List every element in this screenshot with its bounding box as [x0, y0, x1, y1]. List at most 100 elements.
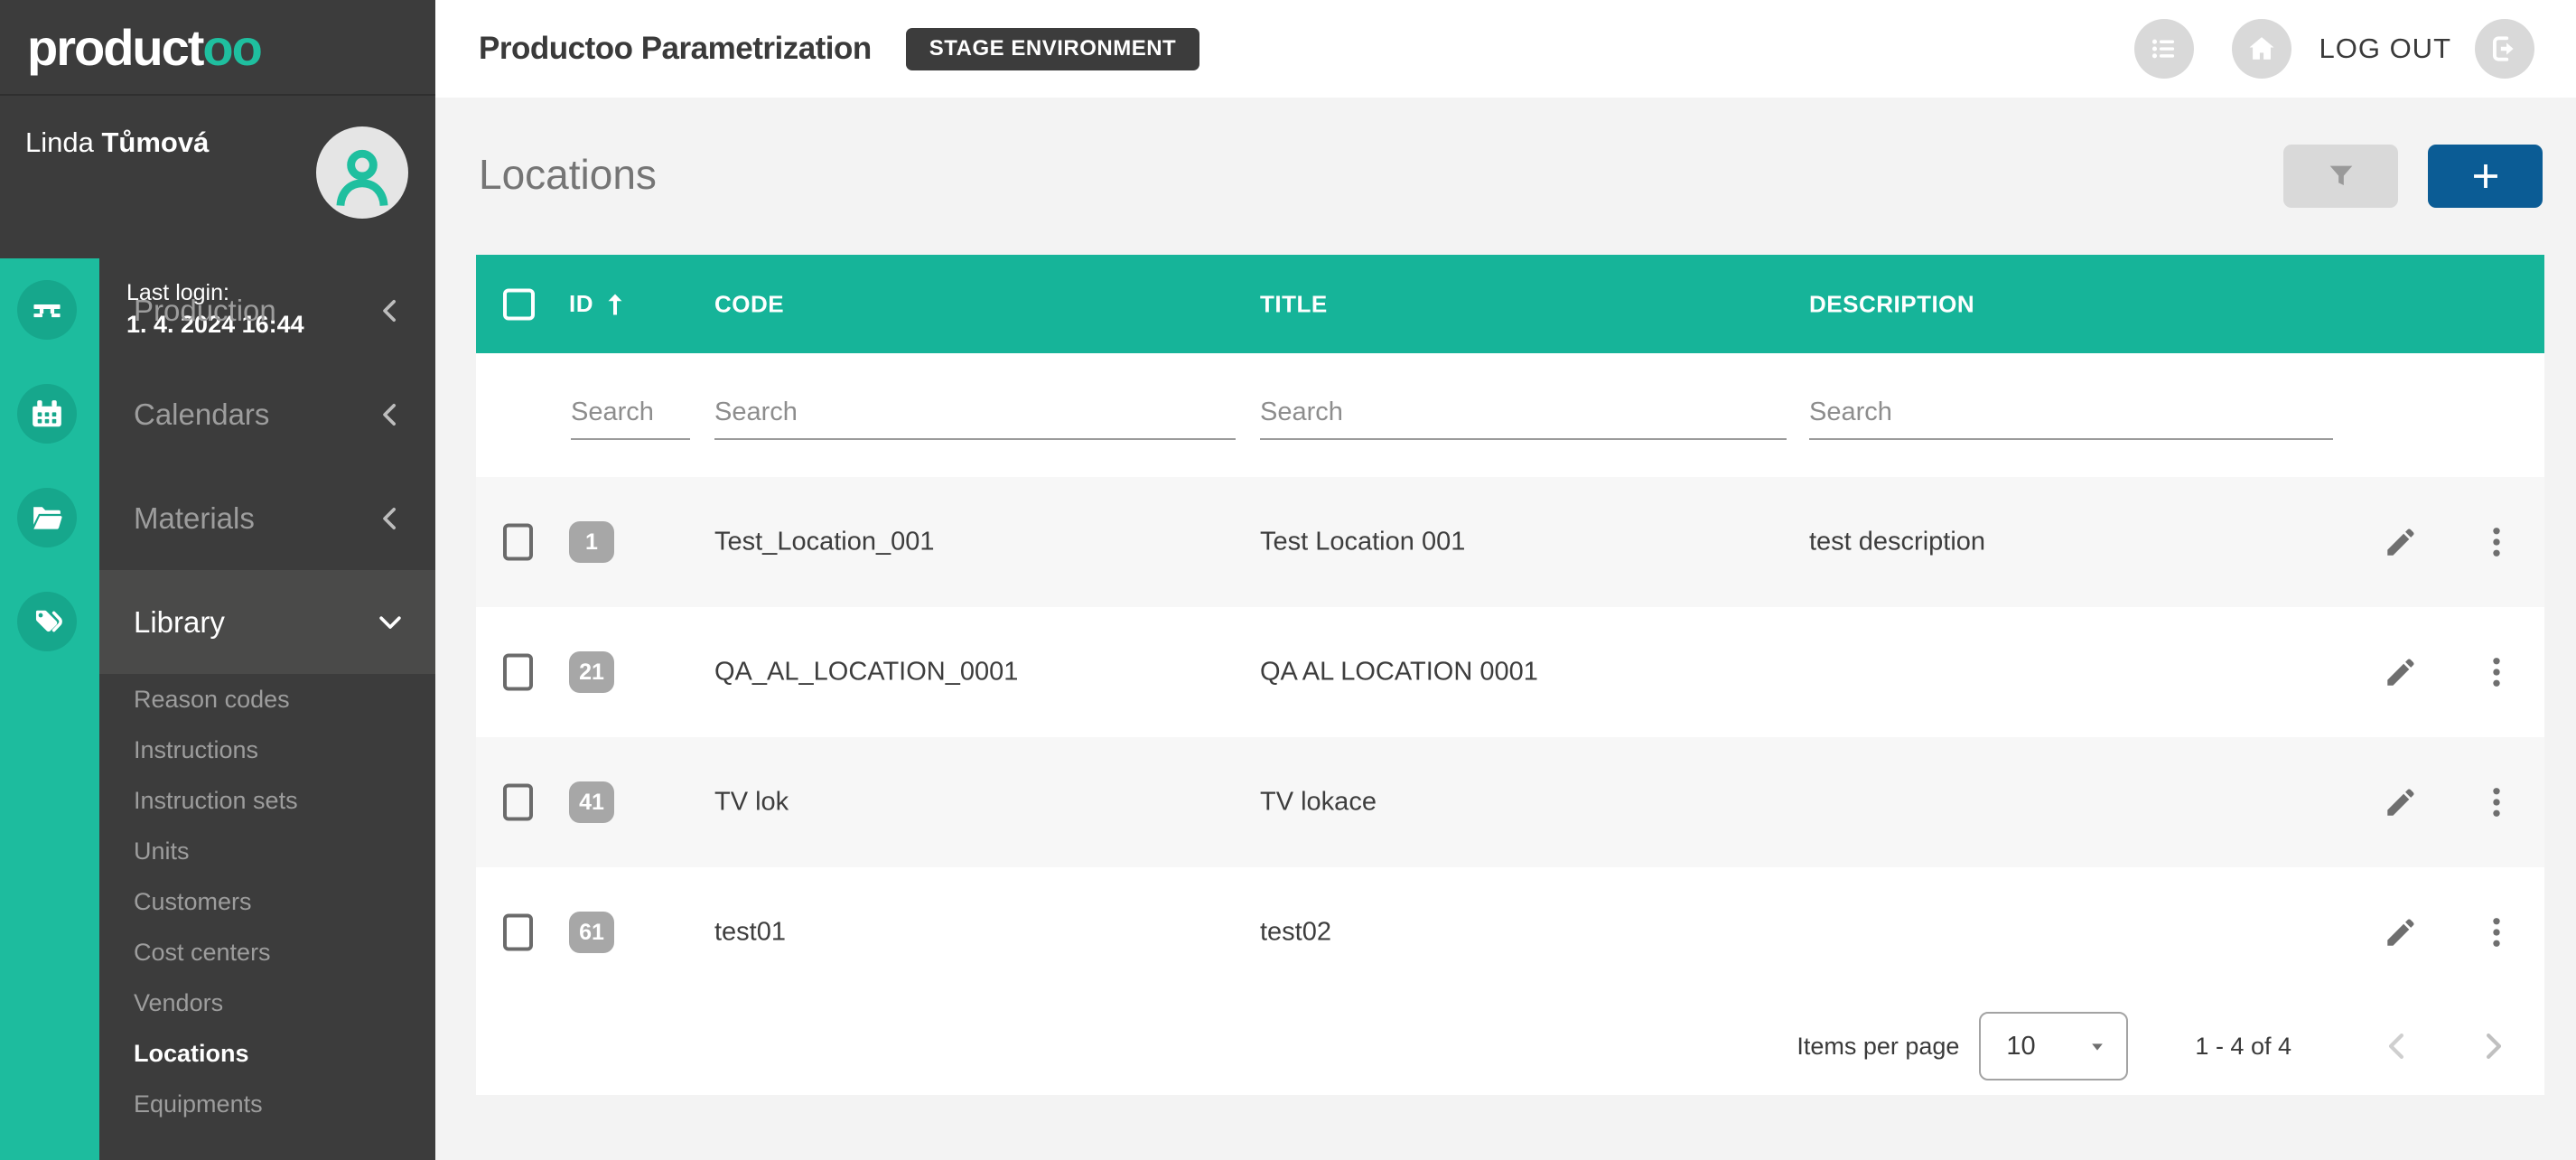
environment-badge: STAGE ENVIRONMENT	[906, 28, 1199, 70]
page-title: Locations	[479, 150, 657, 199]
row-checkbox[interactable]	[503, 914, 533, 951]
row-checkbox[interactable]	[503, 784, 533, 821]
topbar: Productoo Parametrization STAGE ENVIRONM…	[435, 0, 2576, 98]
sidebar: productoo Linda Tůmová Last login: 1. 4.…	[0, 0, 435, 1160]
list-menu-button[interactable]	[2134, 19, 2194, 79]
row-menu-button[interactable]	[2478, 913, 2515, 951]
list-icon	[2148, 33, 2180, 65]
row-menu-button[interactable]	[2478, 783, 2515, 821]
chevron-left-icon	[374, 295, 406, 327]
user-name: Linda Tůmová	[25, 126, 209, 159]
column-header-code[interactable]: CODE	[714, 290, 784, 318]
locations-table: ID CODE TITLE DESCRIPTION 1 Test_Locatio…	[476, 255, 2544, 1095]
app-title: Productoo Parametrization	[479, 31, 872, 67]
home-icon	[2245, 33, 2278, 65]
sidebar-item-cost-centers[interactable]: Cost centers	[99, 927, 435, 978]
sidebar-item-materials[interactable]: Materials	[99, 466, 435, 570]
cell-title: QA AL LOCATION 0001	[1260, 658, 1538, 688]
table-header: ID CODE TITLE DESCRIPTION	[476, 255, 2544, 353]
table-row: 61 test01 test02	[476, 867, 2544, 997]
user-area: Linda Tůmová Last login: 1. 4. 2024 16:4…	[0, 96, 435, 258]
cell-code: Test_Location_001	[714, 528, 934, 557]
logo-text: product	[27, 19, 202, 76]
cell-code: test01	[714, 918, 786, 948]
sidebar-item-equipments[interactable]: Equipments	[99, 1079, 435, 1129]
sidebar-item-label: Production	[134, 294, 276, 328]
productoo-logo[interactable]: productoo	[27, 18, 261, 77]
kebab-menu-icon	[2478, 523, 2515, 561]
items-per-page-select[interactable]: 10	[1979, 1012, 2128, 1080]
pencil-icon	[2382, 523, 2420, 561]
funnel-icon	[2325, 160, 2357, 192]
column-header-id[interactable]: ID	[569, 290, 630, 319]
select-all-checkbox[interactable]	[503, 288, 535, 320]
kebab-menu-icon	[2478, 653, 2515, 691]
sidebar-item-label: Library	[134, 605, 225, 640]
row-menu-button[interactable]	[2478, 653, 2515, 691]
column-header-description[interactable]: DESCRIPTION	[1809, 290, 1974, 318]
home-button[interactable]	[2232, 19, 2291, 79]
sidebar-item-vendors[interactable]: Vendors	[99, 978, 435, 1028]
items-per-page-label: Items per page	[1797, 1033, 1959, 1061]
kebab-menu-icon	[2478, 783, 2515, 821]
sidebar-item-production[interactable]: Production	[99, 258, 435, 362]
add-location-button[interactable]	[2428, 145, 2543, 208]
edit-row-button[interactable]	[2382, 523, 2420, 561]
edit-row-button[interactable]	[2382, 783, 2420, 821]
search-code-input[interactable]	[714, 386, 1236, 440]
table-row: 21 QA_AL_LOCATION_0001 QA AL LOCATION 00…	[476, 607, 2544, 737]
chevron-right-icon	[2474, 1027, 2512, 1065]
id-badge: 61	[569, 912, 614, 953]
folder-open-icon[interactable]	[17, 488, 77, 547]
search-title-input[interactable]	[1260, 386, 1787, 440]
sidebar-item-reason-codes[interactable]: Reason codes	[99, 674, 435, 725]
row-checkbox[interactable]	[503, 654, 533, 691]
row-menu-button[interactable]	[2478, 523, 2515, 561]
filter-button[interactable]	[2283, 145, 2398, 208]
cell-description: test description	[1809, 528, 1985, 557]
chevron-down-icon	[374, 606, 406, 639]
sort-ascending-icon	[601, 290, 630, 319]
logo-area: productoo	[0, 0, 435, 96]
sidebar-item-calendars[interactable]: Calendars	[99, 362, 435, 466]
sidebar-item-instructions[interactable]: Instructions	[99, 725, 435, 775]
id-badge: 21	[569, 651, 614, 693]
cell-code: TV lok	[714, 788, 789, 818]
sidebar-item-instruction-sets[interactable]: Instruction sets	[99, 775, 435, 826]
logo-oo: oo	[202, 19, 260, 76]
conveyor-icon[interactable]	[17, 280, 77, 340]
avatar	[316, 126, 408, 219]
edit-row-button[interactable]	[2382, 913, 2420, 951]
sidebar-item-units[interactable]: Units	[99, 826, 435, 876]
table-row: 1 Test_Location_001 Test Location 001 te…	[476, 477, 2544, 607]
pagination-bar: Items per page 10 1 - 4 of 4	[476, 997, 2544, 1095]
page-range-label: 1 - 4 of 4	[2195, 1033, 2291, 1061]
chevron-left-icon	[2378, 1027, 2416, 1065]
row-checkbox[interactable]	[503, 524, 533, 561]
cell-title: Test Location 001	[1260, 528, 1465, 557]
cell-title: TV lokace	[1260, 788, 1377, 818]
sidebar-item-locations[interactable]: Locations	[99, 1028, 435, 1079]
pencil-icon	[2382, 653, 2420, 691]
edit-row-button[interactable]	[2382, 653, 2420, 691]
cell-code: QA_AL_LOCATION_0001	[714, 658, 1018, 688]
pencil-icon	[2382, 913, 2420, 951]
search-id-input[interactable]	[571, 386, 690, 440]
kebab-menu-icon	[2478, 913, 2515, 951]
previous-page-button[interactable]	[2378, 1027, 2416, 1065]
logout-button[interactable]	[2475, 19, 2534, 79]
table-search-row	[476, 353, 2544, 477]
plus-icon	[2467, 157, 2505, 195]
library-submenu: Reason codes Instructions Instruction se…	[99, 674, 435, 1129]
next-page-button[interactable]	[2474, 1027, 2512, 1065]
tags-icon[interactable]	[17, 592, 77, 651]
logout-icon	[2488, 33, 2521, 65]
calendar-icon[interactable]	[17, 384, 77, 444]
sidebar-item-library[interactable]: Library	[99, 570, 435, 674]
column-header-title[interactable]: TITLE	[1260, 290, 1328, 318]
sidebar-item-customers[interactable]: Customers	[99, 876, 435, 927]
search-description-input[interactable]	[1809, 386, 2333, 440]
logout-label[interactable]: LOG OUT	[2319, 33, 2451, 65]
sidebar-item-label: Calendars	[134, 398, 269, 432]
main-nav: Production	[0, 258, 435, 674]
